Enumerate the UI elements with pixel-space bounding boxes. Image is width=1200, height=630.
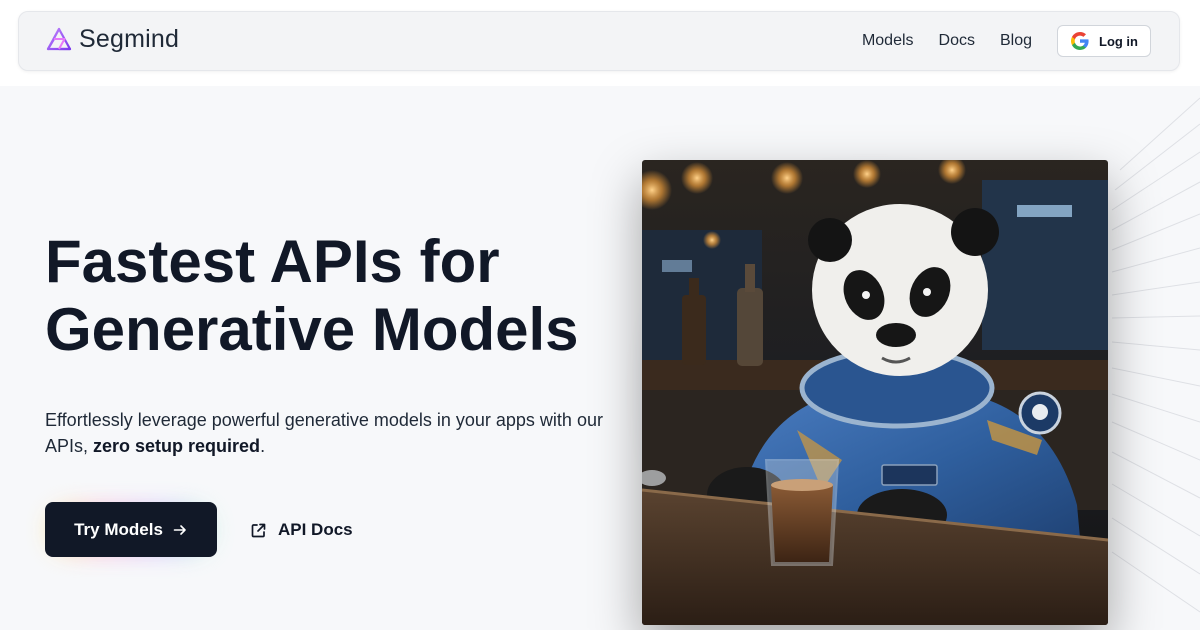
login-label: Log in <box>1099 33 1138 49</box>
hero-title-line-2: Generative Models <box>45 296 579 363</box>
top-navbar: Segmind Models Docs Blog Log in <box>18 11 1180 71</box>
hero-subtitle-emphasis: zero setup required <box>93 436 261 456</box>
hero-title: Fastest APIs for Generative Models <box>45 228 605 364</box>
try-models-button[interactable]: Try Models <box>45 502 217 557</box>
nav-link-blog[interactable]: Blog <box>1000 32 1032 50</box>
nav-links: Models Docs Blog Log in <box>862 25 1151 57</box>
hero-subtitle: Effortlessly leverage powerful generativ… <box>45 407 605 459</box>
brand-logo[interactable]: Segmind <box>45 25 179 54</box>
external-link-icon <box>251 523 266 537</box>
hero-title-line-1: Fastest APIs for <box>45 228 500 295</box>
google-g-icon <box>1071 32 1089 50</box>
api-docs-link[interactable]: API Docs <box>250 517 353 543</box>
nav-link-docs[interactable]: Docs <box>939 32 975 50</box>
nav-link-models[interactable]: Models <box>862 32 914 50</box>
brand-name: Segmind <box>79 25 180 53</box>
login-button[interactable]: Log in <box>1057 25 1151 57</box>
try-models-label: Try Models <box>74 519 163 539</box>
segmind-triangle-icon <box>46 27 72 50</box>
arrow-right-icon <box>173 524 186 535</box>
api-docs-label: API Docs <box>278 520 353 539</box>
panda-astronaut-at-bar-image <box>642 160 1108 625</box>
hero-subtitle-suffix: . <box>260 436 266 456</box>
